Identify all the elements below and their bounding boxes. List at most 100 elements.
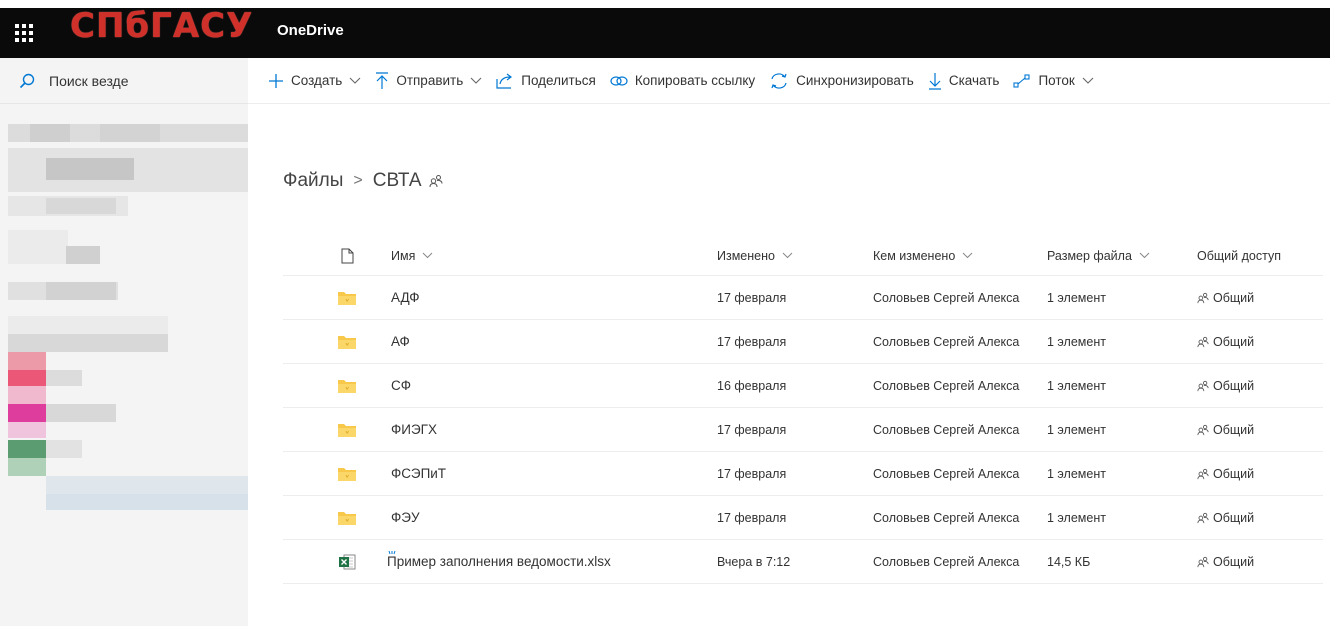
left-navigation: Поиск везде — [0, 58, 248, 626]
sharing-label: Общий — [1213, 290, 1255, 305]
sharing-status[interactable]: Общий — [1197, 276, 1254, 319]
breadcrumb-current[interactable]: СВТА — [373, 170, 422, 192]
modified-by: Соловьев Сергей Алекса — [873, 466, 1020, 481]
file-name-link[interactable]: ФСЭПиТ — [391, 466, 446, 481]
modified-date: 17 февраля — [717, 334, 787, 349]
modified-by: Соловьев Сергей Алекса — [873, 554, 1020, 569]
chevron-down-icon — [349, 77, 361, 85]
file-row[interactable]: ФИЭГХ 17 февраля Соловьев Сергей Алекса … — [283, 408, 1323, 452]
copy-link-button-label: Копировать ссылку — [634, 73, 756, 88]
folder-icon — [335, 408, 359, 451]
flow-button[interactable]: Поток — [1013, 58, 1094, 104]
flow-icon — [1013, 73, 1031, 88]
file-size: 1 элемент — [1047, 334, 1106, 349]
column-header-modified[interactable]: Изменено — [717, 236, 793, 275]
sharing-status[interactable]: Общий — [1197, 408, 1254, 451]
file-name-link[interactable]: СФ — [391, 378, 411, 393]
file-size: 1 элемент — [1047, 422, 1106, 437]
breadcrumb-separator: > — [353, 172, 363, 189]
file-row[interactable]: ФСЭПиТ 17 февраля Соловьев Сергей Алекса… — [283, 452, 1323, 496]
file-row[interactable]: СФ 16 февраля Соловьев Сергей Алекса 1 э… — [283, 364, 1323, 408]
plus-icon — [268, 73, 284, 89]
file-size: 1 элемент — [1047, 290, 1106, 305]
search-box[interactable]: Поиск везде — [0, 58, 248, 104]
modified-date: 17 февраля — [717, 466, 787, 481]
search-icon — [19, 73, 35, 88]
shared-people-icon — [1197, 556, 1209, 568]
shared-people-icon — [1197, 336, 1209, 348]
upload-icon — [375, 71, 389, 90]
command-bar: Создать Отправить Поделиться Копировать … — [248, 58, 1330, 104]
file-size: 14,5 КБ — [1047, 554, 1091, 569]
shared-people-icon — [1197, 292, 1209, 304]
search-input[interactable]: Поиск везде — [49, 73, 129, 89]
shared-people-icon — [1197, 424, 1209, 436]
column-header-sharing[interactable]: Общий доступ — [1197, 236, 1281, 275]
file-name-link[interactable]: АФ — [391, 334, 410, 349]
document-icon — [341, 248, 353, 263]
file-row[interactable]: ФЭУ 17 февраля Соловьев Сергей Алекса 1 … — [283, 496, 1323, 540]
column-header-name[interactable]: Имя — [391, 236, 433, 275]
modified-by: Соловьев Сергей Алекса — [873, 290, 1020, 305]
sync-button[interactable]: Синхронизировать — [769, 58, 914, 104]
sharing-label: Общий — [1213, 422, 1255, 437]
file-name-link[interactable]: ФИЭГХ — [391, 422, 437, 437]
download-button[interactable]: Скачать — [928, 58, 1000, 104]
column-header-modified-by[interactable]: Кем изменено — [873, 236, 973, 275]
download-button-label: Скачать — [948, 73, 1000, 88]
link-icon — [610, 74, 628, 88]
sharing-status[interactable]: Общий — [1197, 540, 1254, 583]
sharing-status[interactable]: Общий — [1197, 364, 1254, 407]
file-size: 1 элемент — [1047, 466, 1106, 481]
folder-icon — [335, 276, 359, 319]
new-button-label: Создать — [291, 73, 343, 88]
modified-by: Соловьев Сергей Алекса — [873, 334, 1020, 349]
sync-icon — [769, 72, 789, 90]
shared-people-icon — [1197, 468, 1209, 480]
shared-people-icon — [429, 174, 443, 188]
folder-icon — [335, 320, 359, 363]
breadcrumb-root[interactable]: Файлы — [283, 170, 343, 192]
chevron-down-icon — [962, 252, 973, 259]
folder-icon — [335, 496, 359, 539]
shared-people-icon — [1197, 380, 1209, 392]
modified-date: 17 февраля — [717, 422, 787, 437]
column-header-size[interactable]: Размер файла — [1047, 236, 1150, 275]
column-header-size-label: Размер файла — [1047, 248, 1132, 263]
file-list: Имя Изменено Кем изменено Размер файла О… — [283, 236, 1323, 584]
file-type-header[interactable] — [335, 236, 359, 275]
file-row[interactable]: АФ 17 февраля Соловьев Сергей Алекса 1 э… — [283, 320, 1323, 364]
file-name-link[interactable]: ФЭУ — [391, 510, 420, 525]
app-launcher-icon[interactable] — [13, 22, 35, 44]
suite-header: СПбГАСУ OneDrive — [0, 0, 1330, 58]
modified-date: 17 февраля — [717, 290, 787, 305]
modified-date: 17 февраля — [717, 510, 787, 525]
sharing-status[interactable]: Общий — [1197, 452, 1254, 495]
modified-date: Вчера в 7:12 — [717, 554, 791, 569]
copy-link-button[interactable]: Копировать ссылку — [610, 58, 755, 104]
app-title[interactable]: OneDrive — [277, 22, 344, 39]
modified-by: Соловьев Сергей Алекса — [873, 422, 1020, 437]
file-row[interactable]: Пример заполнения ведомости.xlsx Вчера в… — [283, 540, 1323, 584]
chevron-down-icon — [422, 252, 433, 259]
column-header-name-label: Имя — [391, 248, 416, 263]
sharing-label: Общий — [1213, 510, 1255, 525]
file-list-header: Имя Изменено Кем изменено Размер файла О… — [283, 236, 1323, 276]
new-button[interactable]: Создать — [268, 58, 361, 104]
org-logo[interactable]: СПбГАСУ — [70, 8, 253, 48]
shared-people-icon — [1197, 512, 1209, 524]
sync-button-label: Синхронизировать — [796, 73, 914, 88]
excel-file-icon — [335, 540, 359, 583]
file-row[interactable]: АДФ 17 февраля Соловьев Сергей Алекса 1 … — [283, 276, 1323, 320]
sharing-label: Общий — [1213, 334, 1255, 349]
sharing-status[interactable]: Общий — [1197, 320, 1254, 363]
chevron-down-icon — [1139, 252, 1150, 259]
file-name-link[interactable]: АДФ — [391, 290, 420, 305]
file-name-link[interactable]: Пример заполнения ведомости.xlsx — [387, 554, 611, 569]
sharing-label: Общий — [1213, 466, 1255, 481]
modified-by: Соловьев Сергей Алекса — [873, 378, 1020, 393]
sharing-status[interactable]: Общий — [1197, 496, 1254, 539]
upload-button[interactable]: Отправить — [375, 58, 482, 104]
share-button[interactable]: Поделиться — [496, 58, 596, 104]
chevron-down-icon — [1082, 77, 1094, 85]
